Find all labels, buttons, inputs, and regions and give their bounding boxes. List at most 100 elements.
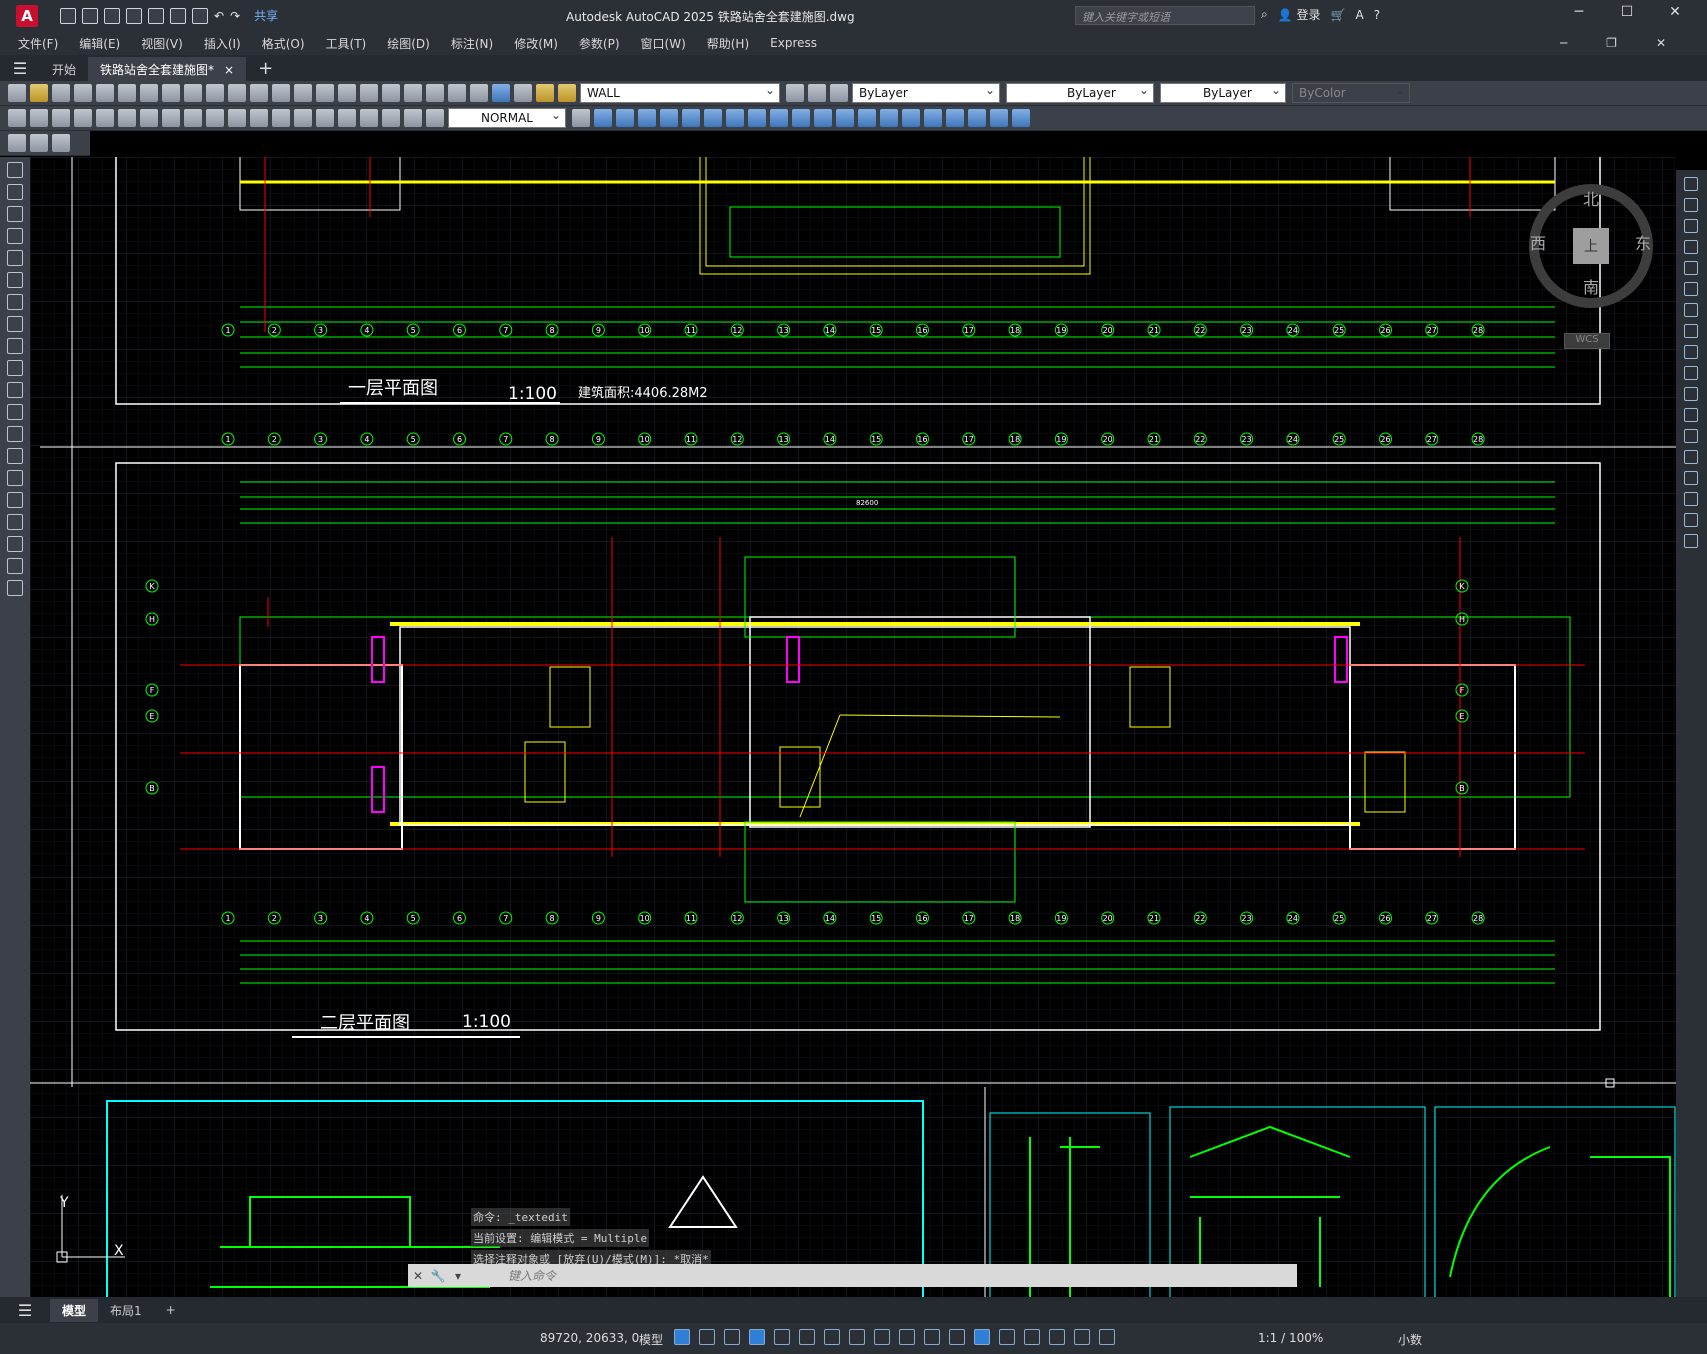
- make-current-layer-icon[interactable]: [786, 84, 804, 102]
- array-icon[interactable]: [1684, 261, 1698, 275]
- erase-icon[interactable]: [1684, 177, 1698, 191]
- open-icon[interactable]: [30, 84, 48, 102]
- layer-on-icon[interactable]: [536, 84, 554, 102]
- coordinates-readout[interactable]: 89720, 20633, 0: [540, 1331, 639, 1345]
- object-snap-tracking-icon[interactable]: [849, 1329, 865, 1345]
- list-icon[interactable]: [52, 134, 70, 152]
- arc-icon[interactable]: [7, 272, 23, 288]
- plotstyle-dropdown[interactable]: ByColor: [1292, 83, 1410, 103]
- layer-dropdown[interactable]: WALL: [580, 83, 780, 103]
- menu-draw[interactable]: 绘图(D): [387, 35, 430, 52]
- orbit-icon[interactable]: [880, 109, 898, 127]
- point-icon[interactable]: [7, 448, 23, 464]
- jogged-dim-icon[interactable]: [118, 109, 136, 127]
- infer-constraints-icon[interactable]: [724, 1329, 740, 1345]
- properties-icon[interactable]: [360, 84, 378, 102]
- ucs-zaxis-icon[interactable]: [748, 109, 766, 127]
- xline-icon[interactable]: [7, 184, 23, 200]
- menu-modify[interactable]: 修改(M): [514, 35, 558, 52]
- insert-block-icon[interactable]: [7, 404, 23, 420]
- line-icon[interactable]: [7, 162, 23, 178]
- radius-dim-icon[interactable]: [96, 109, 114, 127]
- minimize-icon[interactable]: ─: [1555, 4, 1603, 20]
- ucs-3point-icon[interactable]: [770, 109, 788, 127]
- inspect-icon[interactable]: [338, 109, 356, 127]
- hatch-icon[interactable]: [7, 470, 23, 486]
- drawing-canvas[interactable]: 一层平面图 1:100 建筑面积:4406.28M2 82600 二层平面图 1…: [30, 157, 1676, 1297]
- quick-dim-icon[interactable]: [184, 109, 202, 127]
- layer-state-icon[interactable]: [830, 84, 848, 102]
- zoom-previous-icon[interactable]: [338, 84, 356, 102]
- dim-space-icon[interactable]: [250, 109, 268, 127]
- menu-edit[interactable]: 编辑(E): [79, 35, 120, 52]
- undo-icon[interactable]: ↶: [214, 9, 224, 23]
- cart-icon[interactable]: 🛒: [1331, 8, 1346, 22]
- join-icon[interactable]: [1684, 450, 1698, 464]
- lineweight-toggle-icon[interactable]: [899, 1329, 915, 1345]
- layer-freeze-icon[interactable]: [558, 84, 576, 102]
- tab-model[interactable]: 模型: [50, 1298, 99, 1322]
- add-selected-icon[interactable]: [7, 580, 23, 596]
- ortho-toggle-icon[interactable]: [774, 1329, 790, 1345]
- linear-dim-icon[interactable]: [8, 109, 26, 127]
- camera-icon[interactable]: [1012, 109, 1030, 127]
- open-file-icon[interactable]: [82, 7, 98, 24]
- menu-file[interactable]: 文件(F): [18, 35, 58, 52]
- dim-break-icon[interactable]: [272, 109, 290, 127]
- tab-layout1[interactable]: 布局1: [98, 1299, 154, 1322]
- autodesk-app-icon[interactable]: A: [1355, 8, 1363, 22]
- ucs-object-icon[interactable]: [682, 109, 700, 127]
- ucs-origin-icon[interactable]: [726, 109, 744, 127]
- ucs-x-icon[interactable]: [792, 109, 810, 127]
- ucs-world-icon[interactable]: [616, 109, 634, 127]
- dynamic-ucs-icon[interactable]: [999, 1329, 1015, 1345]
- lineweight-dropdown[interactable]: ByLayer: [1160, 83, 1286, 103]
- object-snap-icon[interactable]: [874, 1329, 890, 1345]
- render-icon[interactable]: [924, 109, 942, 127]
- doc-minimize-icon[interactable]: ─: [1560, 36, 1567, 50]
- named-views-icon[interactable]: [858, 109, 876, 127]
- visual-style-icon[interactable]: [902, 109, 920, 127]
- walk-icon[interactable]: [968, 109, 986, 127]
- scale-icon[interactable]: [1684, 324, 1698, 338]
- matchprop-icon[interactable]: [206, 84, 224, 102]
- viewcube-north[interactable]: 北: [1583, 186, 1599, 210]
- copy-object-icon[interactable]: [1684, 198, 1698, 212]
- copy-icon[interactable]: [162, 84, 180, 102]
- save-as-icon[interactable]: [126, 7, 142, 24]
- fillet-icon[interactable]: [1684, 492, 1698, 506]
- extend-icon[interactable]: [1684, 387, 1698, 401]
- tolerance-icon[interactable]: [294, 109, 312, 127]
- viewcube-south[interactable]: 南: [1583, 274, 1599, 298]
- zoom-realtime-icon[interactable]: [294, 84, 312, 102]
- sheetset-icon[interactable]: [426, 84, 444, 102]
- snap-toggle-icon[interactable]: [699, 1329, 715, 1345]
- dimstyle-manager-icon[interactable]: [572, 109, 590, 127]
- offset-icon[interactable]: [1684, 240, 1698, 254]
- color-dropdown[interactable]: ByLayer: [852, 83, 1000, 103]
- model-space-toggle[interactable]: 模型: [639, 1331, 663, 1348]
- command-recent-icon[interactable]: ▾: [448, 1269, 468, 1283]
- ucs-z-icon[interactable]: [836, 109, 854, 127]
- ordinate-dim-icon[interactable]: [74, 109, 92, 127]
- break-icon[interactable]: [1684, 429, 1698, 443]
- center-mark-icon[interactable]: [316, 109, 334, 127]
- plot-icon[interactable]: [192, 7, 208, 24]
- menu-help[interactable]: 帮助(H): [707, 35, 749, 52]
- diameter-dim-icon[interactable]: [140, 109, 158, 127]
- revcloud-icon[interactable]: [7, 316, 23, 332]
- polygon-icon[interactable]: [7, 228, 23, 244]
- redo-icon[interactable]: ↷: [230, 9, 240, 23]
- mtext-icon[interactable]: [7, 558, 23, 574]
- mirror-icon[interactable]: [1684, 219, 1698, 233]
- search-icon[interactable]: ⌕: [1261, 7, 1268, 22]
- dynamic-input-icon[interactable]: [749, 1329, 765, 1345]
- isodraft-icon[interactable]: [824, 1329, 840, 1345]
- menu-insert[interactable]: 插入(I): [204, 35, 241, 52]
- annotation-visibility-icon[interactable]: [1074, 1329, 1090, 1345]
- region-icon[interactable]: [7, 514, 23, 530]
- dimstyle-dropdown[interactable]: NORMAL: [448, 108, 566, 128]
- gradient-icon[interactable]: [7, 492, 23, 508]
- fly-icon[interactable]: [990, 109, 1008, 127]
- share-button[interactable]: 共享: [254, 7, 278, 24]
